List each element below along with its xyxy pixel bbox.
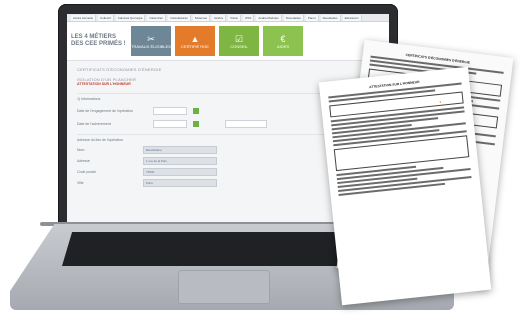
tile-eligible-works[interactable]: ✂ TRAVAUX ÉLIGIBLES <box>131 26 171 56</box>
site-banner: LES 4 MÉTIERS DES CEE PRIMÉS ! ✂ TRAVAUX… <box>67 22 389 61</box>
laptop-trackpad <box>178 270 270 304</box>
panel-label: Nom <box>77 147 85 152</box>
badge-icon: ▲ <box>190 33 200 44</box>
banner-lead: LES 4 MÉTIERS DES CEE PRIMÉS ! <box>71 34 126 47</box>
panel-input[interactable]: Paris <box>143 179 217 187</box>
bookmark-tab[interactable]: Calvinas Quirurgia <box>115 14 146 21</box>
bookmark-tab[interactable]: Resultados <box>320 14 341 21</box>
bookmark-tab[interactable]: Calculadoras <box>168 14 191 21</box>
check-icon: ☑ <box>234 33 244 44</box>
bookmark-tab[interactable]: Sistemas <box>192 14 211 21</box>
row-label: Date de l'engagement de l'opération <box>77 108 134 113</box>
bookmark-tab[interactable]: Calendrier <box>147 14 167 21</box>
calendar-button[interactable] <box>193 121 199 127</box>
bookmark-tab[interactable]: RSS <box>243 14 255 21</box>
tools-icon: ✂ <box>147 33 155 44</box>
panel-input[interactable]: 1 rue de la Paix <box>143 157 217 165</box>
euro-icon: € <box>280 33 286 44</box>
tile-advice[interactable]: ☑ CONSEIL <box>219 26 259 56</box>
row-label: Date de l'achèvement <box>77 121 111 126</box>
date-input[interactable] <box>153 107 187 115</box>
bookmark-tab[interactable]: Vision <box>228 14 242 21</box>
calendar-button[interactable] <box>193 108 199 114</box>
tile-aid[interactable]: € AIDES <box>263 26 303 56</box>
extra-input[interactable] <box>225 120 267 128</box>
browser-bookmarks-bar: Accès Accueils Collectif Calvinas Quirur… <box>67 14 389 22</box>
document-front: ATTESTATION SUR L'HONNEUR ● <box>318 66 492 306</box>
bookmark-tab[interactable]: Panel <box>305 14 319 21</box>
form-title: CERTIFICATS D'ÉCONOMIES D'ÉNERGIE <box>77 67 162 72</box>
bookmark-tab[interactable]: Avalia Modules <box>256 14 282 21</box>
panel-label: Code postal <box>77 169 96 174</box>
panel-label: Adresse <box>77 158 90 163</box>
panel-input[interactable]: Bénéficiaire <box>143 146 217 154</box>
panel-input[interactable]: 75000 <box>143 168 217 176</box>
bookmark-tab[interactable]: Educación <box>342 14 362 21</box>
bookmark-tab[interactable]: Collectif <box>98 14 114 21</box>
bookmark-tab[interactable]: Accès Accueils <box>71 14 97 21</box>
tile-rge[interactable]: ▲ CERTIFIÉ RGE <box>175 26 215 56</box>
bookmark-tab[interactable]: Novedades <box>283 14 304 21</box>
date-input[interactable] <box>153 120 187 128</box>
bookmark-tab[interactable]: Grafos <box>212 14 227 21</box>
panel-label: Ville <box>77 180 84 185</box>
